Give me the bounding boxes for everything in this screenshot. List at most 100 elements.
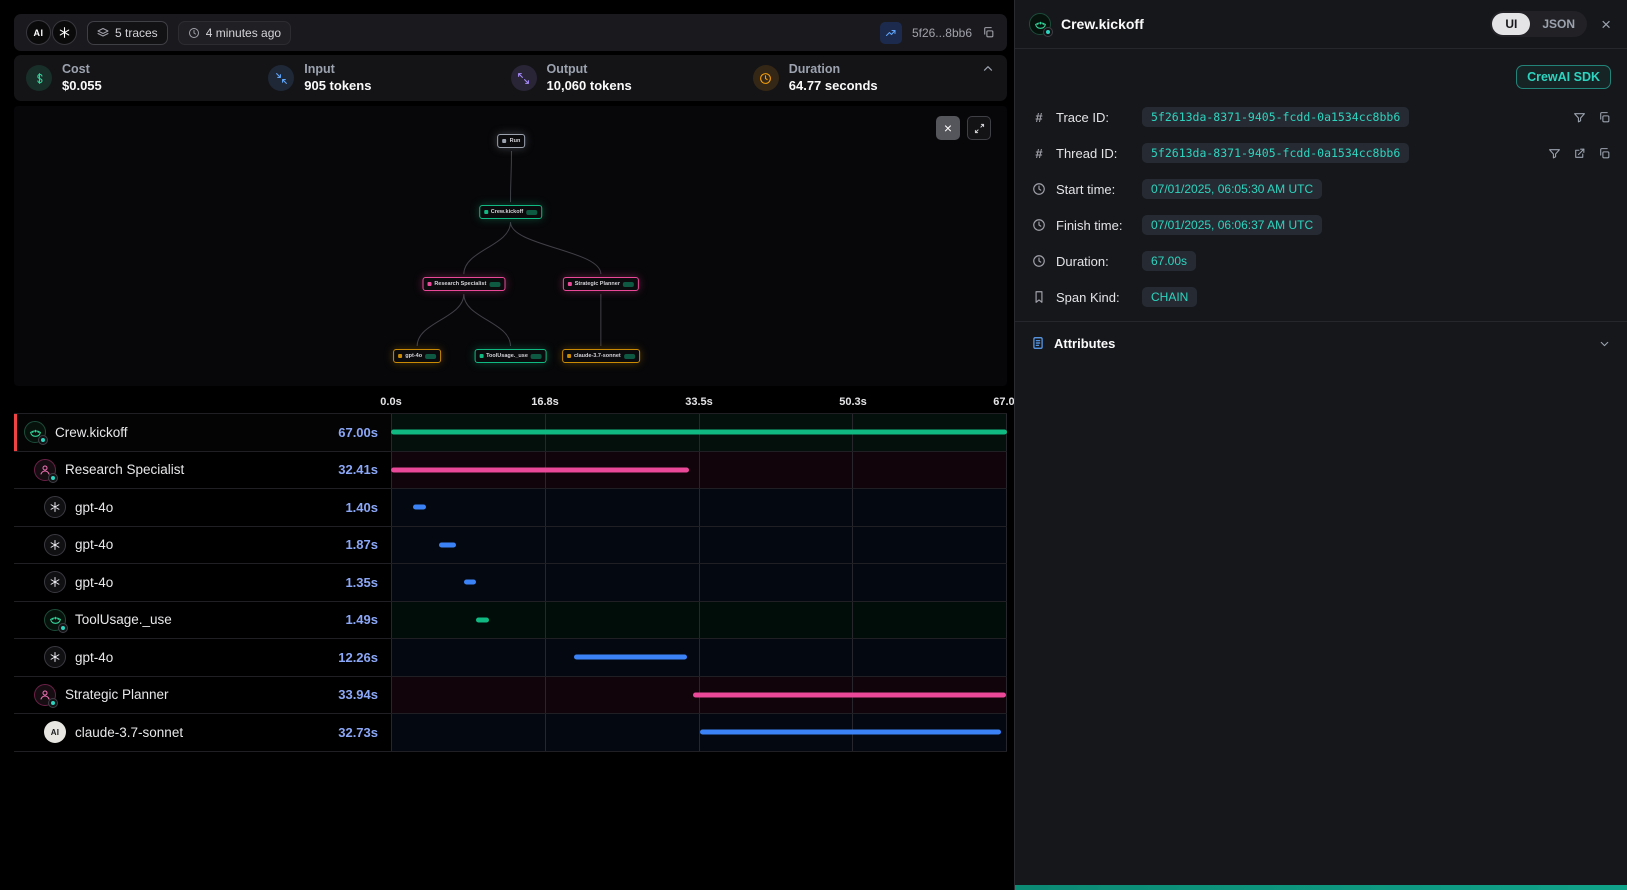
clock-icon (188, 27, 200, 39)
field-label: Trace ID: (1056, 110, 1133, 125)
detail-field: Finish time: 07/01/2025, 06:06:37 AM UTC (1031, 207, 1611, 243)
timeline-row[interactable]: Research Specialist 32.41s (14, 452, 1007, 490)
field-label: Span Kind: (1056, 290, 1133, 305)
graph-node-run[interactable]: Run (498, 134, 526, 148)
filter-icon[interactable] (1573, 111, 1586, 124)
detail-fields: # Trace ID: 5f2613da-8371-9405-fcdd-0a15… (1031, 99, 1611, 315)
traces-count-label: 5 traces (115, 26, 158, 40)
copy-icon[interactable] (1598, 147, 1611, 160)
graph-node-gpt-4o[interactable]: gpt-4o (393, 349, 441, 363)
external-link-icon[interactable] (1573, 147, 1586, 160)
span-bar[interactable] (464, 580, 476, 585)
traces-count-badge[interactable]: 5 traces (87, 21, 168, 45)
span-duration: 1.87s (345, 537, 391, 552)
span-duration: 1.40s (345, 500, 391, 515)
graph-node-research-specialist[interactable]: Research Specialist (422, 277, 505, 291)
chevron-up-icon[interactable] (981, 62, 995, 76)
stat-label: Input (304, 62, 371, 78)
timeline-row[interactable]: gpt-4o 12.26s (14, 639, 1007, 677)
stat-value: 905 tokens (304, 78, 371, 94)
sdk-badge[interactable]: CrewAI SDK (1516, 65, 1611, 89)
clock-icon (753, 65, 779, 91)
field-value: 07/01/2025, 06:05:30 AM UTC (1142, 179, 1322, 199)
time-ago-label: 4 minutes ago (206, 26, 281, 40)
timeline-axis: 0.0s16.8s33.5s50.3s67.0s (14, 396, 1007, 413)
time-ago-badge: 4 minutes ago (178, 21, 291, 45)
openai-icon (44, 496, 66, 518)
stat-item: Duration 64.77 seconds (753, 62, 995, 94)
crew-icon (24, 421, 46, 443)
view-mode-tabs: UI JSON (1490, 11, 1587, 37)
filter-icon[interactable] (1548, 147, 1561, 160)
tab-json[interactable]: JSON (1532, 13, 1585, 35)
field-label: Start time: (1056, 182, 1133, 197)
trace-chart-icon[interactable] (880, 22, 902, 44)
crew-icon (1029, 13, 1051, 35)
span-bar[interactable] (693, 692, 1005, 697)
span-name: Research Specialist (65, 462, 184, 477)
stat-item: Cost $0.055 (26, 62, 268, 94)
stat-label: Cost (62, 62, 102, 78)
close-icon[interactable]: × (1599, 16, 1613, 33)
graph-close-button[interactable]: × (936, 116, 960, 140)
span-name: gpt-4o (75, 537, 113, 552)
tab-ui[interactable]: UI (1492, 13, 1530, 35)
graph-node-claude[interactable]: claude-3.7-sonnet (562, 349, 640, 363)
timeline-row[interactable]: Crew.kickoff 67.00s (14, 414, 1007, 452)
graph-edges (14, 106, 1007, 386)
span-bar[interactable] (700, 730, 1001, 735)
timeline-track (391, 452, 1007, 489)
graph-expand-button[interactable] (967, 116, 991, 140)
timeline-row[interactable]: Strategic Planner 33.94s (14, 677, 1007, 715)
axis-tick: 33.5s (685, 396, 713, 408)
span-name: gpt-4o (75, 575, 113, 590)
stat-value: 64.77 seconds (789, 78, 878, 94)
field-label: Finish time: (1056, 218, 1133, 233)
stat-value: 10,060 tokens (547, 78, 632, 94)
dollar-icon (26, 65, 52, 91)
span-duration: 1.35s (345, 575, 391, 590)
graph-node-toolusage[interactable]: ToolUsage._use (474, 349, 547, 363)
trace-main-region: AI 5 traces 4 minutes ago 5f26...8bb6 Co… (0, 0, 1014, 890)
attributes-section-header[interactable]: Attributes (1031, 322, 1611, 364)
span-name: ToolUsage._use (75, 612, 172, 627)
timeline-row[interactable]: gpt-4o 1.87s (14, 527, 1007, 565)
timeline-track (391, 489, 1007, 526)
span-name: Strategic Planner (65, 687, 169, 702)
agent-icon (34, 684, 56, 706)
timeline-row[interactable]: AI claude-3.7-sonnet 32.73s (14, 714, 1007, 752)
timeline-row[interactable]: gpt-4o 1.35s (14, 564, 1007, 602)
span-name: Crew.kickoff (55, 425, 128, 440)
copy-icon[interactable] (982, 26, 995, 39)
stat-item: Input 905 tokens (268, 62, 510, 94)
timeline-track (391, 714, 1007, 751)
detail-field: Start time: 07/01/2025, 06:05:30 AM UTC (1031, 171, 1611, 207)
span-bar[interactable] (476, 617, 490, 622)
clock-icon (1031, 254, 1047, 268)
trace-graph-panel: × Run Crew.kickoff Research Specialist Stra… (14, 106, 1007, 386)
graph-node-crew-kickoff[interactable]: Crew.kickoff (479, 205, 543, 219)
timeline-row[interactable]: gpt-4o 1.40s (14, 489, 1007, 527)
timeline-row[interactable]: ToolUsage._use 1.49s (14, 602, 1007, 640)
bookmark-icon (1031, 290, 1047, 304)
timeline-rows: Crew.kickoff 67.00s Research Specialist … (14, 413, 1007, 752)
stat-item: Output 10,060 tokens (511, 62, 753, 94)
stat-label: Output (547, 62, 632, 78)
copy-icon[interactable] (1598, 111, 1611, 124)
span-bar[interactable] (391, 467, 689, 472)
hash-icon: # (1031, 146, 1047, 161)
span-duration: 32.41s (338, 462, 391, 477)
axis-tick: 0.0s (380, 396, 401, 408)
span-name: gpt-4o (75, 650, 113, 665)
span-bar[interactable] (391, 430, 1007, 435)
span-bar[interactable] (413, 505, 426, 510)
span-bar[interactable] (439, 542, 456, 547)
span-bar[interactable] (574, 655, 687, 660)
trace-stats-bar: Cost $0.055 Input 905 tokens Output 10,0… (14, 55, 1007, 101)
graph-node-strategic-planner[interactable]: Strategic Planner (563, 277, 639, 291)
detail-field: Span Kind: CHAIN (1031, 279, 1611, 315)
layers-icon (97, 27, 109, 39)
hash-icon: # (1031, 110, 1047, 125)
chevron-down-icon[interactable] (1598, 337, 1611, 350)
stat-label: Duration (789, 62, 878, 78)
